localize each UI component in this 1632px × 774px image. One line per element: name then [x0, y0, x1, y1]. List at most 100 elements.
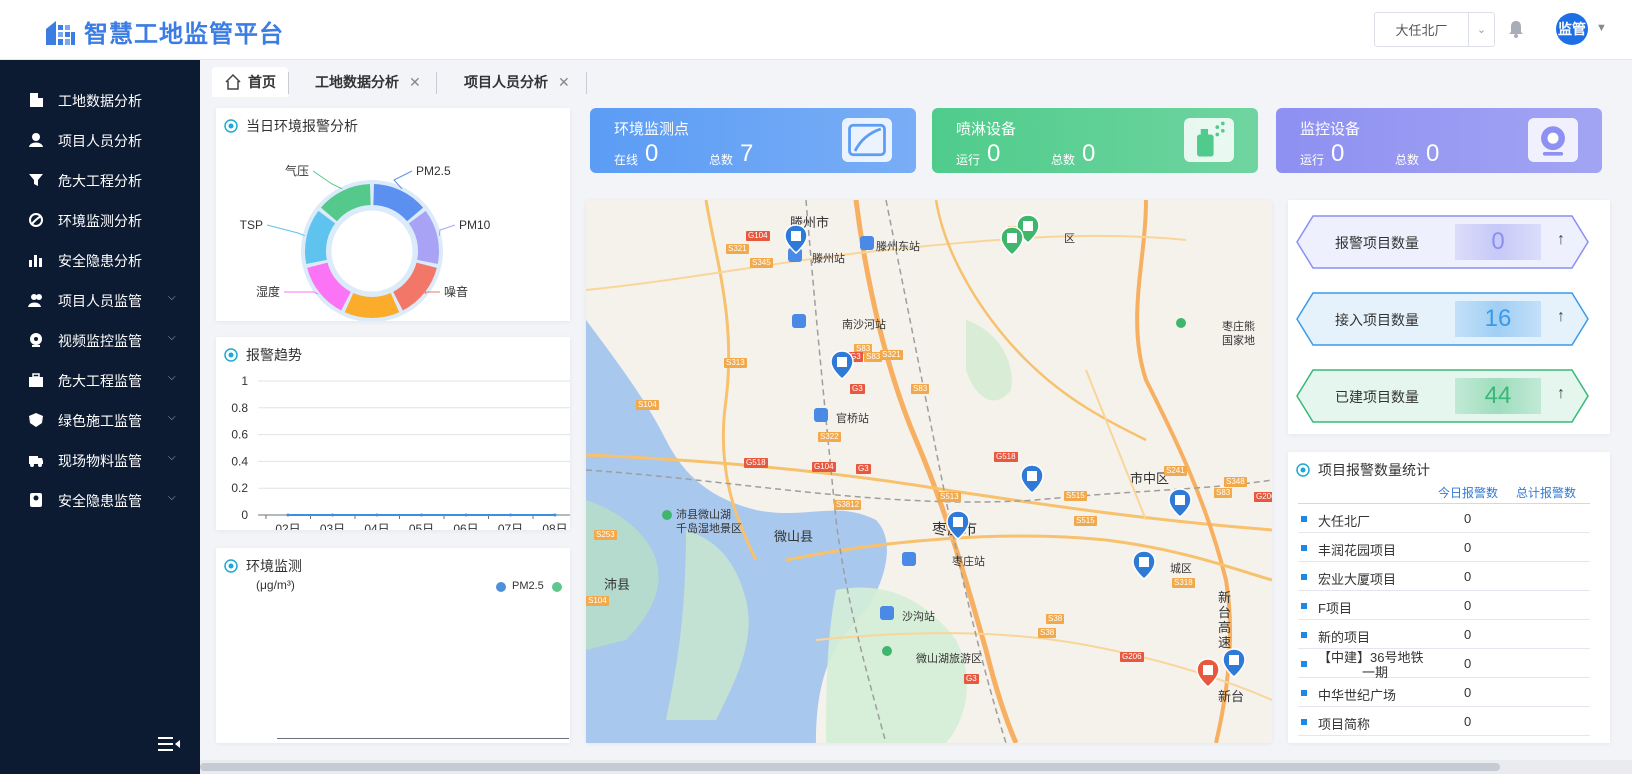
stat-card-1[interactable]: 环境监测点 在线 0 总数 7	[590, 108, 916, 173]
sidebar-item-1[interactable]: 工地数据分析	[0, 80, 200, 120]
stat-card-name: 喷淋设备	[956, 121, 1017, 138]
table-row[interactable]: 大任北厂 0	[1298, 504, 1590, 533]
stat-card-label2: 总数	[1395, 153, 1420, 167]
map-station-icon	[814, 408, 828, 422]
table-row[interactable]: 丰润花园项目 0	[1298, 533, 1590, 562]
arrow-up-icon[interactable]: ↑	[1557, 308, 1565, 326]
arrow-up-icon[interactable]: ↑	[1557, 385, 1565, 403]
table-row[interactable]: F项目 0	[1298, 591, 1590, 620]
map-road-badge: S515	[1064, 491, 1087, 501]
legend-dot-series2[interactable]	[552, 582, 562, 592]
trend-point[interactable]	[553, 513, 557, 517]
map-marker-icon[interactable]	[1020, 464, 1044, 494]
table-row[interactable]: 宏业大厦项目 0	[1298, 562, 1590, 591]
chevron-down-icon: ⌵	[168, 372, 176, 383]
metric-value: 44	[1455, 378, 1541, 414]
map-marker-icon[interactable]	[1168, 488, 1192, 518]
row-today-count: 0	[1464, 540, 1472, 555]
app-logo[interactable]: 智慧工地监管平台	[44, 14, 284, 49]
legend-label-pm25[interactable]: PM2.5	[512, 580, 544, 592]
metric-label: 已建项目数量	[1335, 389, 1419, 405]
badge-icon	[30, 493, 42, 507]
menu-collapse-icon[interactable]	[158, 735, 180, 753]
map-road-badge: S318	[1172, 578, 1195, 588]
tab-divider	[288, 72, 289, 94]
stat-card-3[interactable]: 监控设备 运行 0 总数 0	[1276, 108, 1602, 173]
horizontal-scrollbar[interactable]	[200, 760, 1632, 774]
avatar-chevron-icon[interactable]: ▼	[1596, 22, 1607, 34]
sidebar-item-6[interactable]: 项目人员监管 ⌵	[0, 280, 200, 320]
metric-label: 报警项目数量	[1335, 235, 1419, 251]
sidebar-item-9[interactable]: 绿色施工监管 ⌵	[0, 400, 200, 440]
legend-dot-pm25[interactable]	[496, 582, 506, 592]
metric-row-1[interactable]: 报警项目数量 0 ↑	[1295, 214, 1590, 270]
map-park-icon	[1176, 318, 1186, 328]
metric-row-2[interactable]: 接入项目数量 16 ↑	[1295, 291, 1590, 347]
sidebar-item-4[interactable]: 环境监测分析	[0, 200, 200, 240]
map-road-badge: G518	[994, 452, 1018, 462]
table-row[interactable]: 项目简称 0	[1298, 707, 1590, 736]
map-road-badge: G3	[964, 674, 979, 684]
project-map[interactable]: 滕州市滕州站滕州东站南沙河站官桥站市中区枣庄市枣庄站微山县沙沟站微山湖旅游区沛县…	[586, 200, 1272, 743]
stat-card-value1: 0	[987, 140, 1001, 167]
project-stats-title: 项目报警数量统计	[1318, 462, 1430, 478]
close-icon[interactable]: ✕	[558, 74, 570, 91]
row-bullet	[1301, 545, 1307, 551]
trend-point[interactable]	[286, 513, 290, 517]
map-place-label: 区	[1064, 233, 1075, 245]
row-today-count: 0	[1464, 656, 1472, 671]
tab-home[interactable]: 首页	[212, 67, 288, 97]
map-marker-icon[interactable]	[830, 350, 854, 380]
sidebar-item-5[interactable]: 安全隐患分析	[0, 240, 200, 280]
map-road-badge: S83	[911, 384, 930, 394]
avatar[interactable]: 监管	[1556, 13, 1588, 45]
map-place-label: 南沙河站	[842, 319, 886, 331]
tab-personnel[interactable]: 项目人员分析 ✕	[464, 67, 570, 97]
map-marker-icon[interactable]	[1196, 658, 1220, 688]
map-place-label: 滕州东站	[876, 241, 920, 253]
close-icon[interactable]: ✕	[409, 74, 421, 91]
trend-point[interactable]	[420, 513, 423, 517]
scrollbar-thumb[interactable]	[200, 763, 1500, 771]
metric-row-3[interactable]: 已建项目数量 44 ↑	[1295, 368, 1590, 424]
map-marker-icon[interactable]	[1000, 226, 1024, 256]
table-row[interactable]: 新的项目 0	[1298, 620, 1590, 649]
sidebar-item-7[interactable]: 视频监控监管 ⌵	[0, 320, 200, 360]
bell-icon[interactable]	[1506, 19, 1526, 39]
trend-point[interactable]	[509, 513, 512, 517]
table-row[interactable]: 中华世纪广场 0	[1298, 678, 1590, 707]
donut-leader-line	[438, 224, 456, 236]
arrow-up-icon[interactable]: ↑	[1557, 231, 1565, 249]
stat-card-2[interactable]: 喷淋设备 运行 0 总数 0	[932, 108, 1258, 173]
sidebar-item-label: 项目人员分析	[58, 133, 142, 149]
map-marker-icon[interactable]	[784, 224, 808, 254]
sidebar: 工地数据分析项目人员分析危大工程分析 环境监测分析 安全隐患分析 项目人员监管 ⌵ 视频监…	[0, 60, 200, 774]
site-select[interactable]: 大任北厂 ⌄	[1374, 12, 1495, 47]
sidebar-item-11[interactable]: 安全隐患监管 ⌵	[0, 480, 200, 520]
table-row[interactable]: 【中建】36号地铁 一期 0	[1298, 649, 1590, 680]
trend-point[interactable]	[464, 513, 468, 517]
building-icon	[30, 93, 43, 107]
donut-label: PM10	[459, 218, 491, 232]
metric-value: 0	[1455, 224, 1541, 260]
donut-label: 湿度	[256, 284, 280, 299]
map-road-badge: S515	[1074, 516, 1097, 526]
donut-leader-line	[312, 170, 343, 190]
stat-card-label1: 运行	[956, 153, 981, 167]
x-tick-label: 04日	[364, 522, 389, 530]
donut-label: 噪音	[444, 284, 468, 299]
map-marker-icon[interactable]	[946, 510, 970, 540]
sidebar-item-10[interactable]: 现场物料监管 ⌵	[0, 440, 200, 480]
trend-point[interactable]	[375, 513, 379, 517]
map-road-badge: S104	[586, 596, 609, 606]
env-monitor-unit: (μg/m³)	[256, 578, 295, 592]
tab-site-data[interactable]: 工地数据分析 ✕	[315, 67, 421, 97]
sidebar-item-3[interactable]: 危大工程分析	[0, 160, 200, 200]
trend-point[interactable]	[331, 513, 334, 517]
map-marker-icon[interactable]	[1222, 648, 1246, 678]
map-road-badge: S322	[818, 432, 841, 442]
map-marker-icon[interactable]	[1132, 550, 1156, 580]
sidebar-item-2[interactable]: 项目人员分析	[0, 120, 200, 160]
tab-label: 项目人员分析	[464, 74, 548, 90]
sidebar-item-8[interactable]: 危大工程监管 ⌵	[0, 360, 200, 400]
